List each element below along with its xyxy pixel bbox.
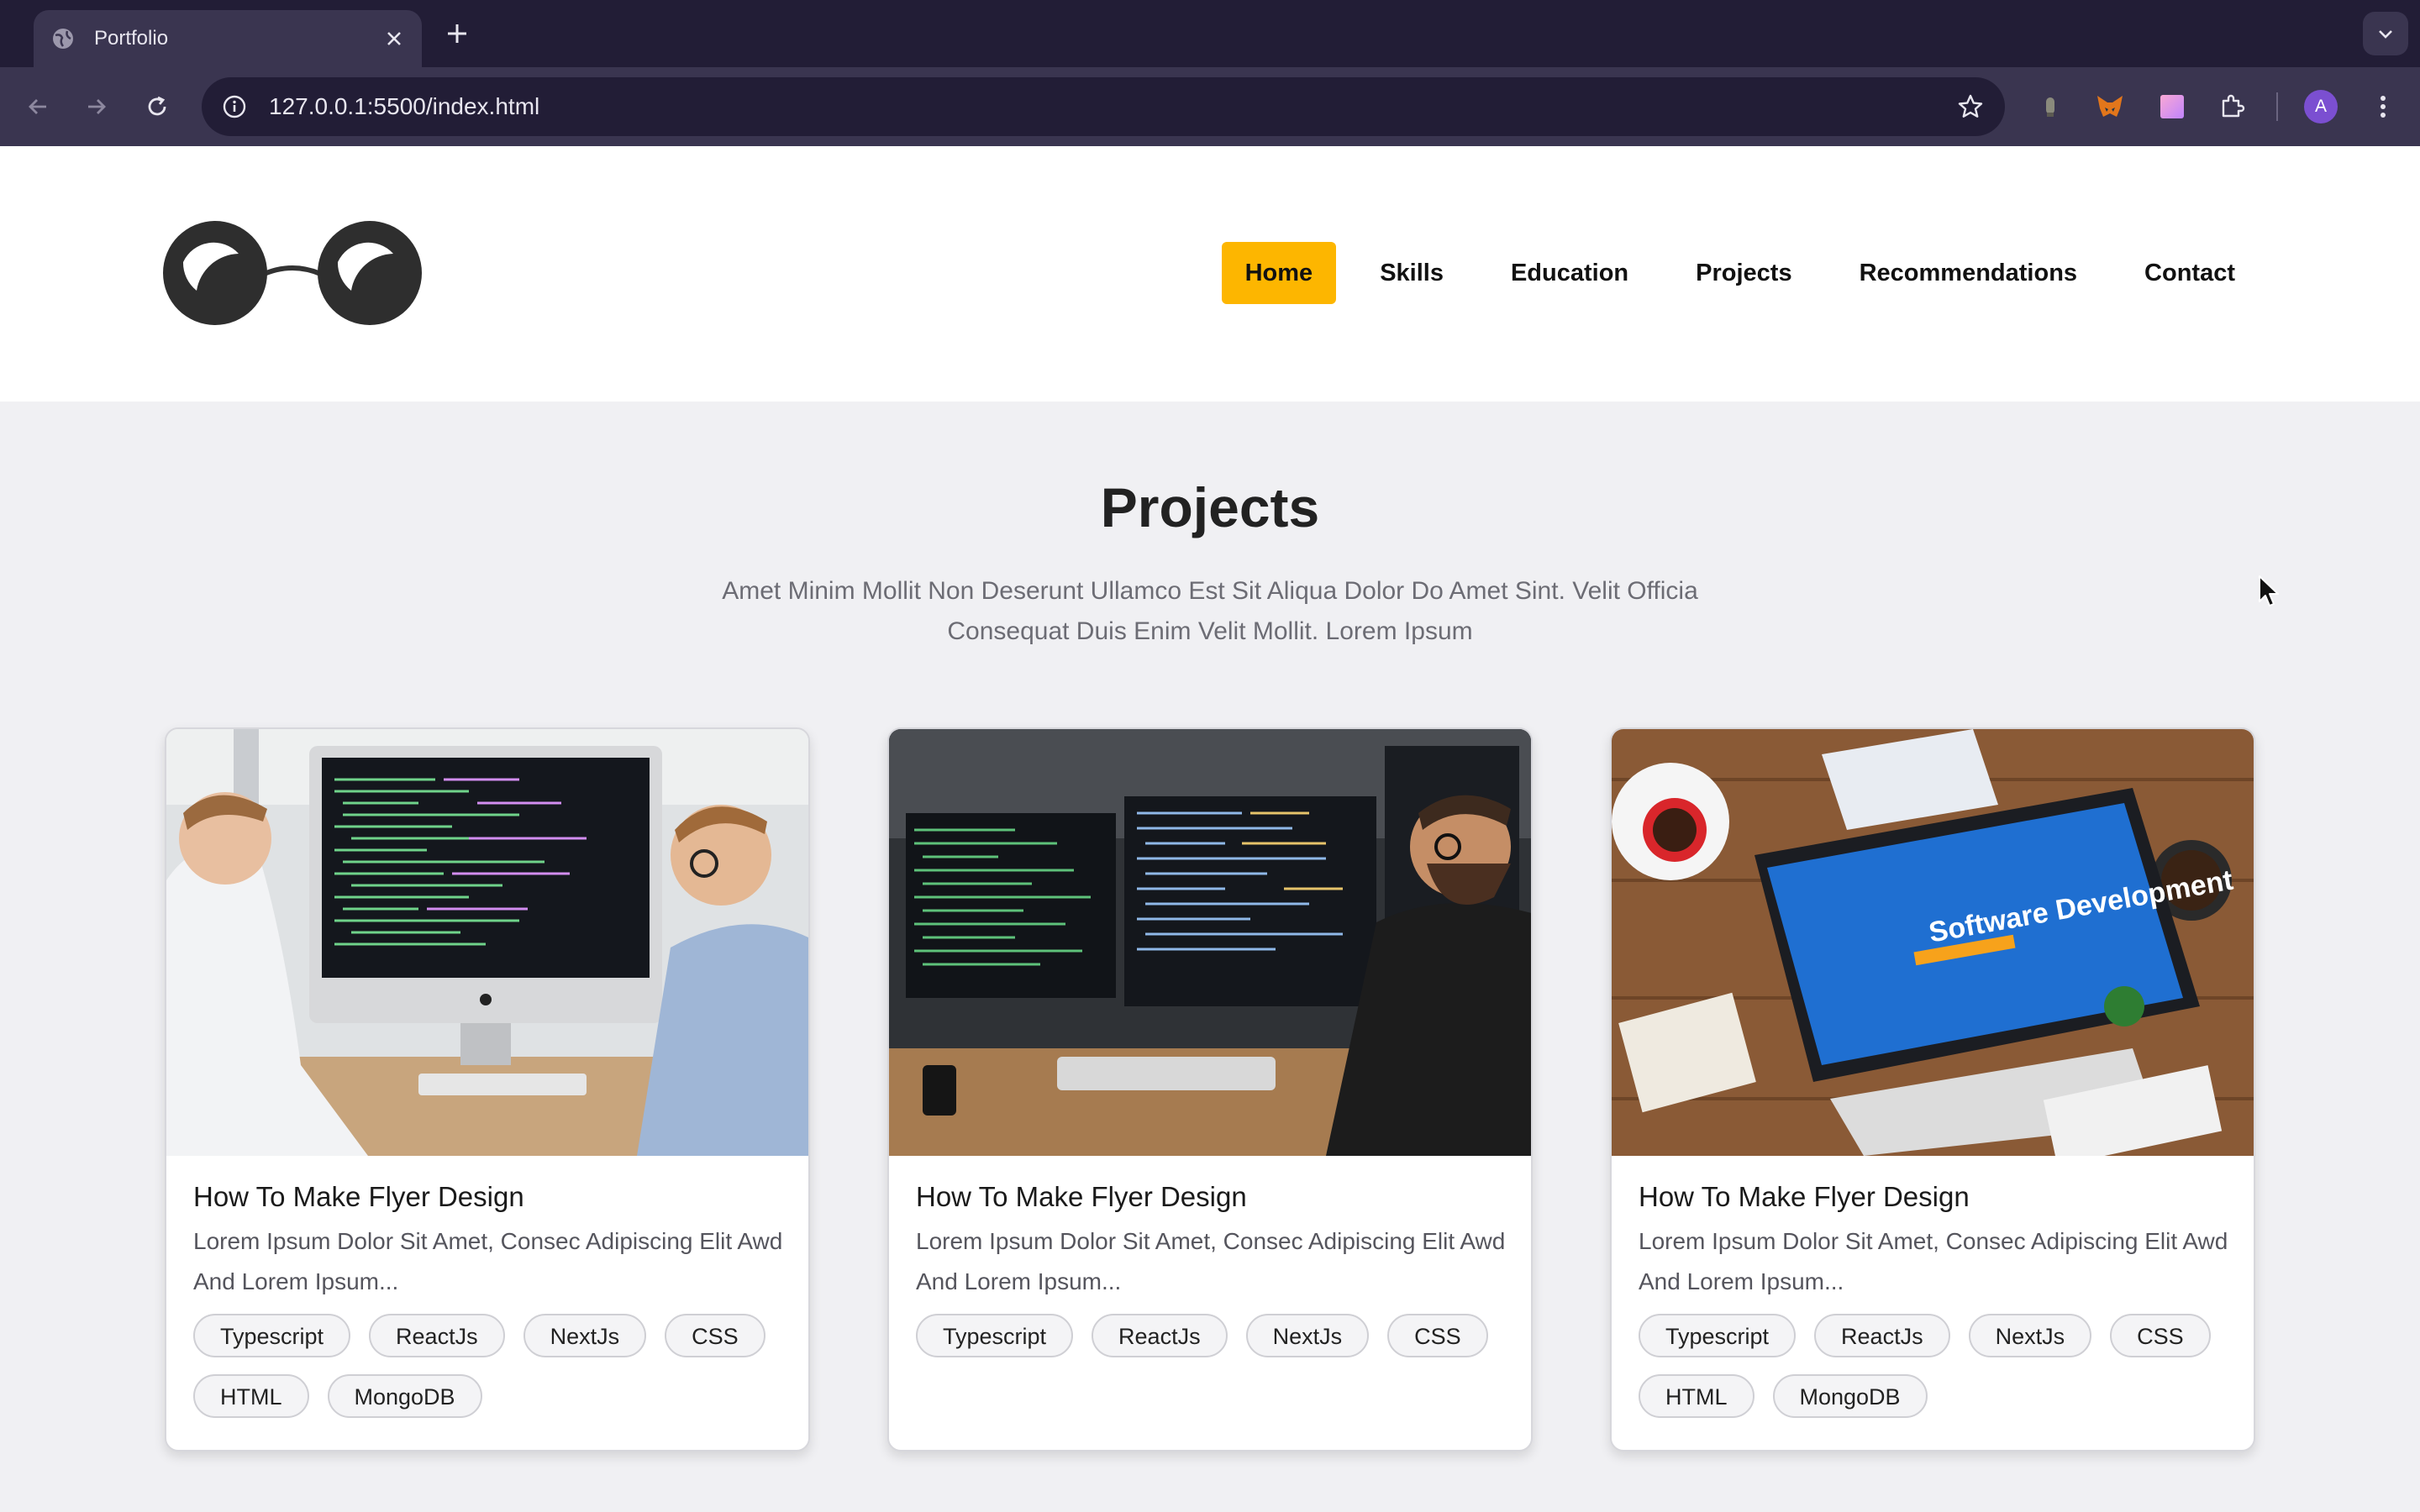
browser-tabstrip: Portfolio: [0, 0, 2420, 67]
tag-chip: ReactJs: [1092, 1314, 1228, 1357]
tag-chip: ReactJs: [369, 1314, 505, 1357]
reload-button[interactable]: [141, 91, 173, 123]
card-description: Lorem Ipsum Dolor Sit Amet, Consec Adipi…: [916, 1228, 1506, 1294]
forward-button[interactable]: [81, 91, 113, 123]
tag-chip: NextJs: [523, 1314, 647, 1357]
info-icon[interactable]: [222, 94, 247, 119]
tag-chip: NextJs: [1968, 1314, 2092, 1357]
section-subtitle: Amet Minim Mollit Non Deserunt Ullamco E…: [722, 577, 1698, 645]
globe-icon: [53, 29, 73, 49]
tag-chip: CSS: [1387, 1314, 1488, 1357]
nav-contact[interactable]: Contact: [2121, 242, 2259, 304]
card-title[interactable]: How To Make Flyer Design: [1639, 1181, 1970, 1213]
more-vertical-icon: [2381, 96, 2386, 118]
nav-education[interactable]: Education: [1487, 242, 1652, 304]
card-title[interactable]: How To Make Flyer Design: [916, 1181, 1247, 1213]
bookmark-star-icon[interactable]: [1956, 92, 1985, 121]
address-bar[interactable]: 127.0.0.1:5500/index.html: [202, 77, 2005, 136]
toolbar-separator: [2276, 92, 2278, 121]
section-title: Projects: [1100, 476, 1320, 538]
browser-menu-button[interactable]: [2366, 90, 2400, 123]
project-card[interactable]: Software Development How To Make Flyer D…: [1610, 727, 2255, 1452]
tag-list: Typescript ReactJs NextJs CSS HTML Mongo…: [1639, 1314, 2235, 1418]
browser-tab[interactable]: Portfolio: [34, 10, 422, 67]
developer-dual-monitors-photo: [889, 729, 1531, 1156]
nav-skills[interactable]: Skills: [1356, 242, 1467, 304]
new-tab-icon[interactable]: [444, 20, 471, 47]
tab-search-button[interactable]: [2363, 12, 2408, 55]
nav-projects[interactable]: Projects: [1672, 242, 1815, 304]
nav-recommendations[interactable]: Recommendations: [1836, 242, 2101, 304]
tag-chip: HTML: [1639, 1374, 1754, 1418]
nav-home[interactable]: Home: [1221, 242, 1337, 304]
mouse-cursor-icon: [2259, 575, 2279, 606]
card-title[interactable]: How To Make Flyer Design: [193, 1181, 524, 1213]
project-card[interactable]: How To Make Flyer Design Lorem Ipsum Dol…: [887, 727, 1533, 1452]
arrow-left-icon: [29, 99, 46, 114]
tab-title: Portfolio: [94, 27, 169, 50]
tag-chip: MongoDB: [327, 1374, 482, 1418]
tag-chip: CSS: [665, 1314, 765, 1357]
chevron-down-icon: [2379, 30, 2392, 39]
puzzle-extensions-icon[interactable]: [2216, 90, 2249, 123]
card-description: Lorem Ipsum Dolor Sit Amet, Consec Adipi…: [1639, 1228, 2228, 1294]
page-viewport: Home Skills Education Projects Recommend…: [0, 146, 2420, 1512]
tag-chip: NextJs: [1245, 1314, 1370, 1357]
tag-chip: Typescript: [916, 1314, 1074, 1357]
back-button[interactable]: [22, 91, 54, 123]
card-description: Lorem Ipsum Dolor Sit Amet, Consec Adipi…: [193, 1228, 783, 1294]
extension-bulb-icon[interactable]: [2033, 90, 2067, 123]
main-nav: Home Skills Education Projects Recommend…: [1202, 242, 2259, 304]
site-header: Home Skills Education Projects Recommend…: [0, 146, 2420, 402]
two-developers-at-imac-photo: [166, 729, 808, 1156]
tag-list: Typescript ReactJs NextJs CSS HTML Mongo…: [193, 1314, 790, 1418]
url-text: 127.0.0.1:5500/index.html: [269, 93, 540, 119]
sunglasses-logo[interactable]: [161, 218, 424, 328]
reload-icon: [148, 96, 166, 116]
tag-chip: HTML: [193, 1374, 309, 1418]
metamask-fox-icon[interactable]: [2093, 90, 2127, 123]
tag-chip: ReactJs: [1814, 1314, 1950, 1357]
gradient-extension-icon[interactable]: [2155, 90, 2189, 123]
profile-initial: A: [2304, 90, 2338, 123]
tag-chip: MongoDB: [1772, 1374, 1928, 1418]
project-card[interactable]: How To Make Flyer Design Lorem Ipsum Dol…: [165, 727, 810, 1452]
tag-chip: Typescript: [1639, 1314, 1797, 1357]
tag-chip: Typescript: [193, 1314, 351, 1357]
software-development-desk-photo: Software Development: [1612, 729, 2254, 1156]
arrow-right-icon: [88, 99, 106, 114]
close-tab-icon[interactable]: [383, 28, 405, 50]
profile-avatar[interactable]: A: [2304, 90, 2338, 123]
tag-list: Typescript ReactJs NextJs CSS: [916, 1314, 1512, 1357]
tag-chip: CSS: [2110, 1314, 2211, 1357]
